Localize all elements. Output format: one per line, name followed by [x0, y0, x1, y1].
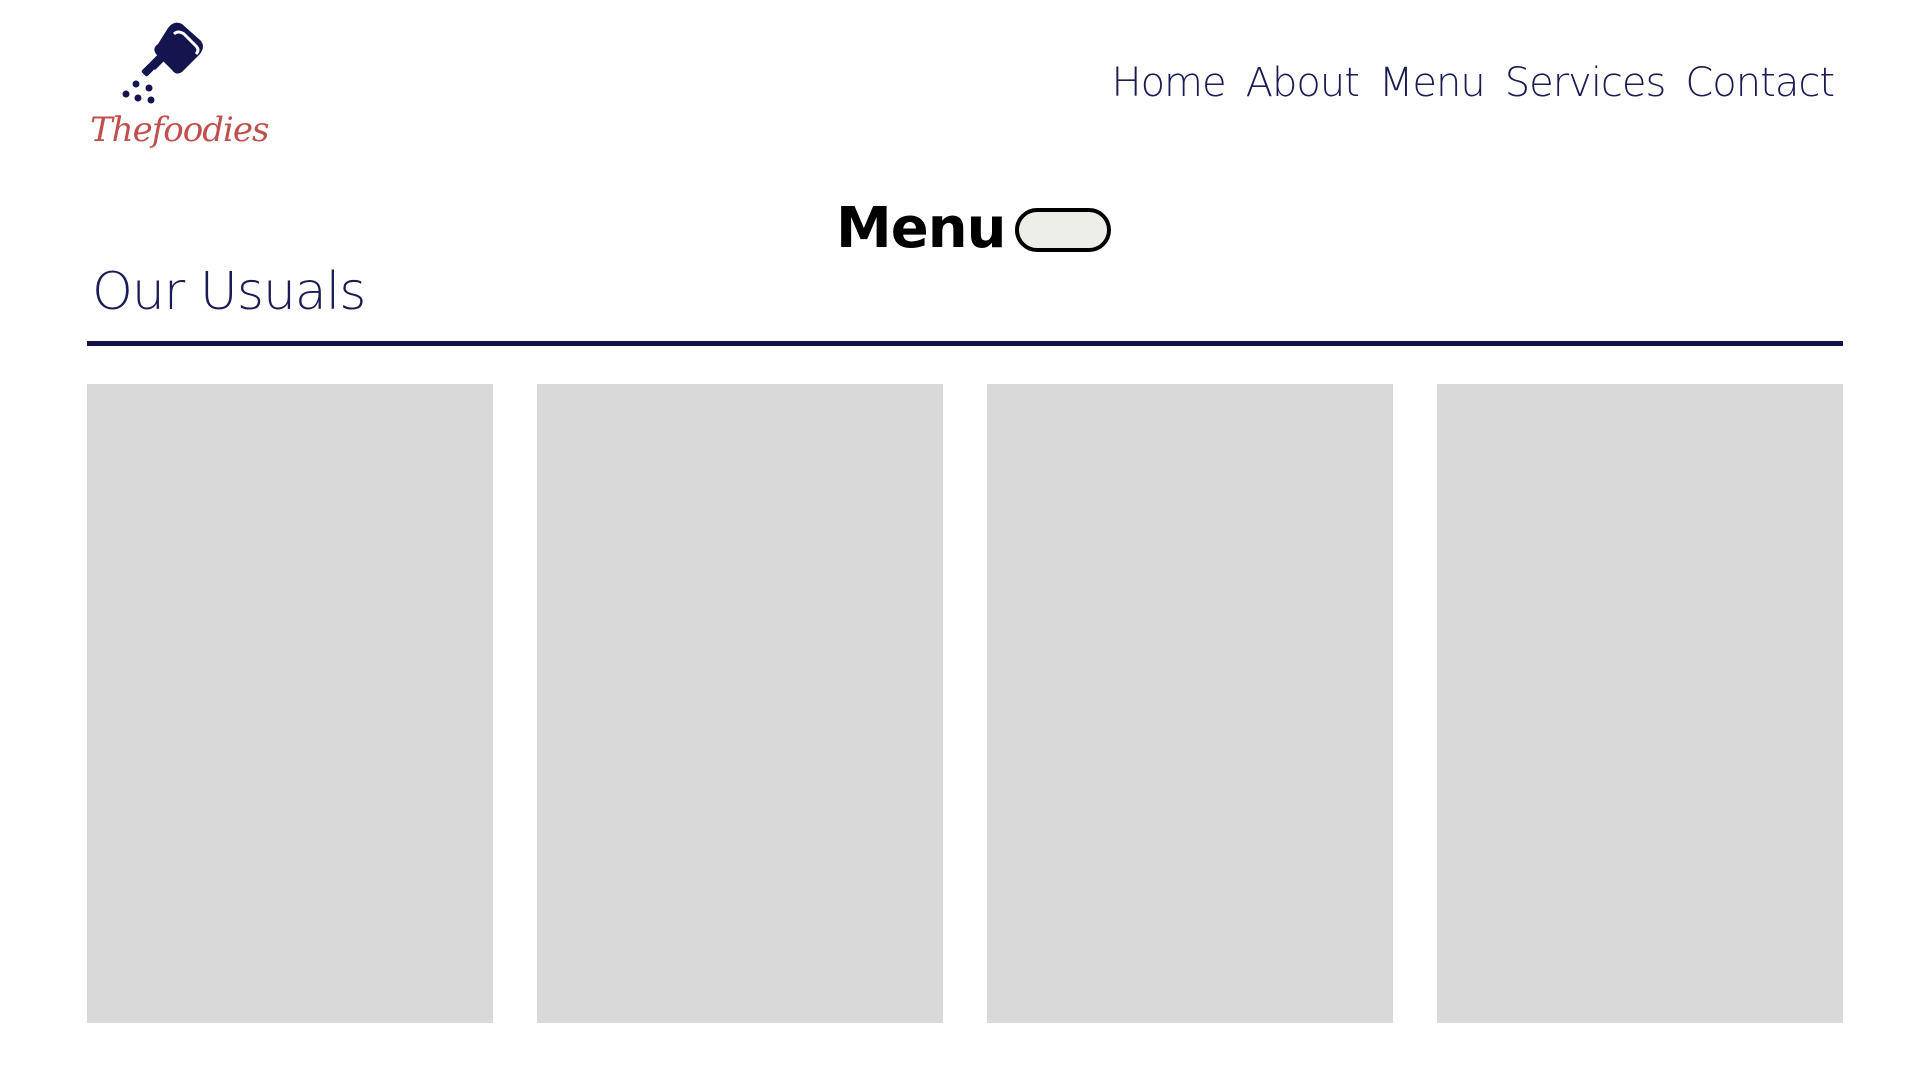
- page: Thefoodies Home About Menu Services Cont…: [0, 0, 1920, 1080]
- menu-card-3[interactable]: [987, 384, 1393, 1023]
- nav-item-services[interactable]: Services: [1505, 60, 1667, 106]
- menu-card-4[interactable]: [1437, 384, 1843, 1023]
- section-title: Our Usuals: [92, 262, 366, 322]
- main-nav: Home About Menu Services Contact: [1111, 60, 1835, 106]
- nav-item-home[interactable]: Home: [1111, 60, 1226, 106]
- brand-name: Thefoodies: [90, 110, 269, 150]
- page-title-row: Menu: [836, 196, 1112, 261]
- toggle-switch[interactable]: [1015, 207, 1112, 252]
- nav-item-menu[interactable]: Menu: [1379, 60, 1486, 106]
- salt-shaker-icon: [122, 22, 203, 104]
- page-title: Menu: [836, 196, 1006, 261]
- menu-card-2[interactable]: [537, 384, 943, 1023]
- card-grid: [87, 384, 1843, 1023]
- brand-logo[interactable]: Thefoodies: [90, 18, 269, 163]
- nav-item-contact[interactable]: Contact: [1685, 60, 1835, 106]
- section-divider: [87, 341, 1843, 346]
- menu-card-1[interactable]: [87, 384, 493, 1023]
- nav-item-about[interactable]: About: [1246, 60, 1360, 106]
